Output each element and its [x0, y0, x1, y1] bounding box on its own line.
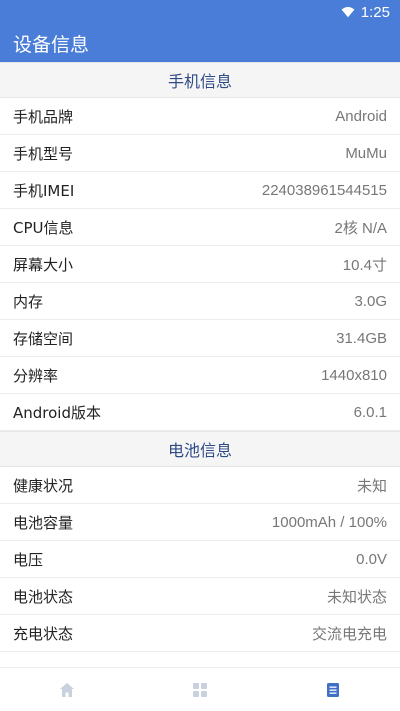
- info-row: 分辨率 1440x810: [0, 357, 400, 394]
- bottom-nav: [0, 667, 400, 711]
- info-label: 电压: [13, 550, 44, 569]
- info-label: 电池容量: [13, 513, 74, 532]
- info-label: 存储空间: [13, 329, 74, 348]
- info-row: 电池容量 1000mAh / 100%: [0, 504, 400, 541]
- info-value: MuMu: [345, 144, 387, 162]
- info-row: 手机IMEI 224038961544515: [0, 172, 400, 209]
- info-row: 手机品牌 Android: [0, 98, 400, 135]
- info-value: 未知: [356, 477, 387, 495]
- info-row: 电压 0.0V: [0, 541, 400, 578]
- status-bar: 1:25: [0, 0, 400, 24]
- info-row: 健康状况 未知: [0, 467, 400, 504]
- page-title: 设备信息: [13, 33, 90, 56]
- app-bar: 设备信息: [0, 24, 400, 62]
- info-value: 224038961544515: [261, 181, 387, 199]
- info-label: 手机品牌: [13, 107, 74, 126]
- info-label: 手机型号: [13, 144, 74, 163]
- grid-icon: [192, 682, 207, 697]
- info-value: 31.4GB: [336, 329, 387, 347]
- info-value: 未知状态: [326, 588, 387, 606]
- info-value: 0.0V: [356, 550, 387, 568]
- device-info-screen: 1:25 设备信息 手机信息 手机品牌 Android 手机型号 MuMu 手机…: [0, 0, 400, 711]
- nav-item-info[interactable]: [303, 668, 363, 711]
- wifi-icon: [341, 7, 355, 18]
- info-row: 屏幕大小 10.4寸: [0, 246, 400, 283]
- section-title: 手机信息: [167, 72, 232, 91]
- info-value: 2核 N/A: [334, 219, 387, 237]
- info-label: 手机IMEI: [13, 181, 75, 200]
- section-header-battery: 电池信息: [0, 431, 400, 467]
- section-title: 电池信息: [167, 441, 232, 460]
- info-row: CPU信息 2核 N/A: [0, 209, 400, 246]
- info-value: 10.4寸: [342, 256, 387, 274]
- status-time: 1:25: [360, 3, 390, 21]
- info-value: Android: [335, 107, 387, 125]
- info-label: 充电状态: [13, 624, 74, 643]
- info-row: 内存 3.0G: [0, 283, 400, 320]
- info-label: CPU信息: [13, 218, 74, 237]
- info-label: 分辨率: [13, 366, 59, 385]
- home-icon: [59, 682, 74, 697]
- info-value: 1440x810: [321, 366, 387, 384]
- info-label: Android版本: [13, 403, 101, 422]
- info-label: 健康状况: [13, 476, 74, 495]
- info-value: 3.0G: [354, 292, 387, 310]
- nav-item-home[interactable]: [37, 668, 97, 711]
- section-header-phone: 手机信息: [0, 62, 400, 98]
- info-value: 6.0.1: [353, 403, 387, 421]
- info-label: 电池状态: [13, 587, 74, 606]
- info-label: 屏幕大小: [13, 255, 74, 274]
- info-row: Android版本 6.0.1: [0, 394, 400, 431]
- info-value: 交流电充电: [311, 625, 387, 643]
- info-row: 存储空间 31.4GB: [0, 320, 400, 357]
- nav-item-apps[interactable]: [170, 668, 230, 711]
- info-row: 手机型号 MuMu: [0, 135, 400, 172]
- info-row: 充电状态 交流电充电: [0, 615, 400, 652]
- document-icon: [327, 682, 340, 697]
- info-row: 电池状态 未知状态: [0, 578, 400, 615]
- info-list[interactable]: 手机信息 手机品牌 Android 手机型号 MuMu 手机IMEI 22403…: [0, 62, 400, 667]
- info-value: 1000mAh / 100%: [271, 513, 387, 531]
- info-label: 内存: [13, 292, 44, 311]
